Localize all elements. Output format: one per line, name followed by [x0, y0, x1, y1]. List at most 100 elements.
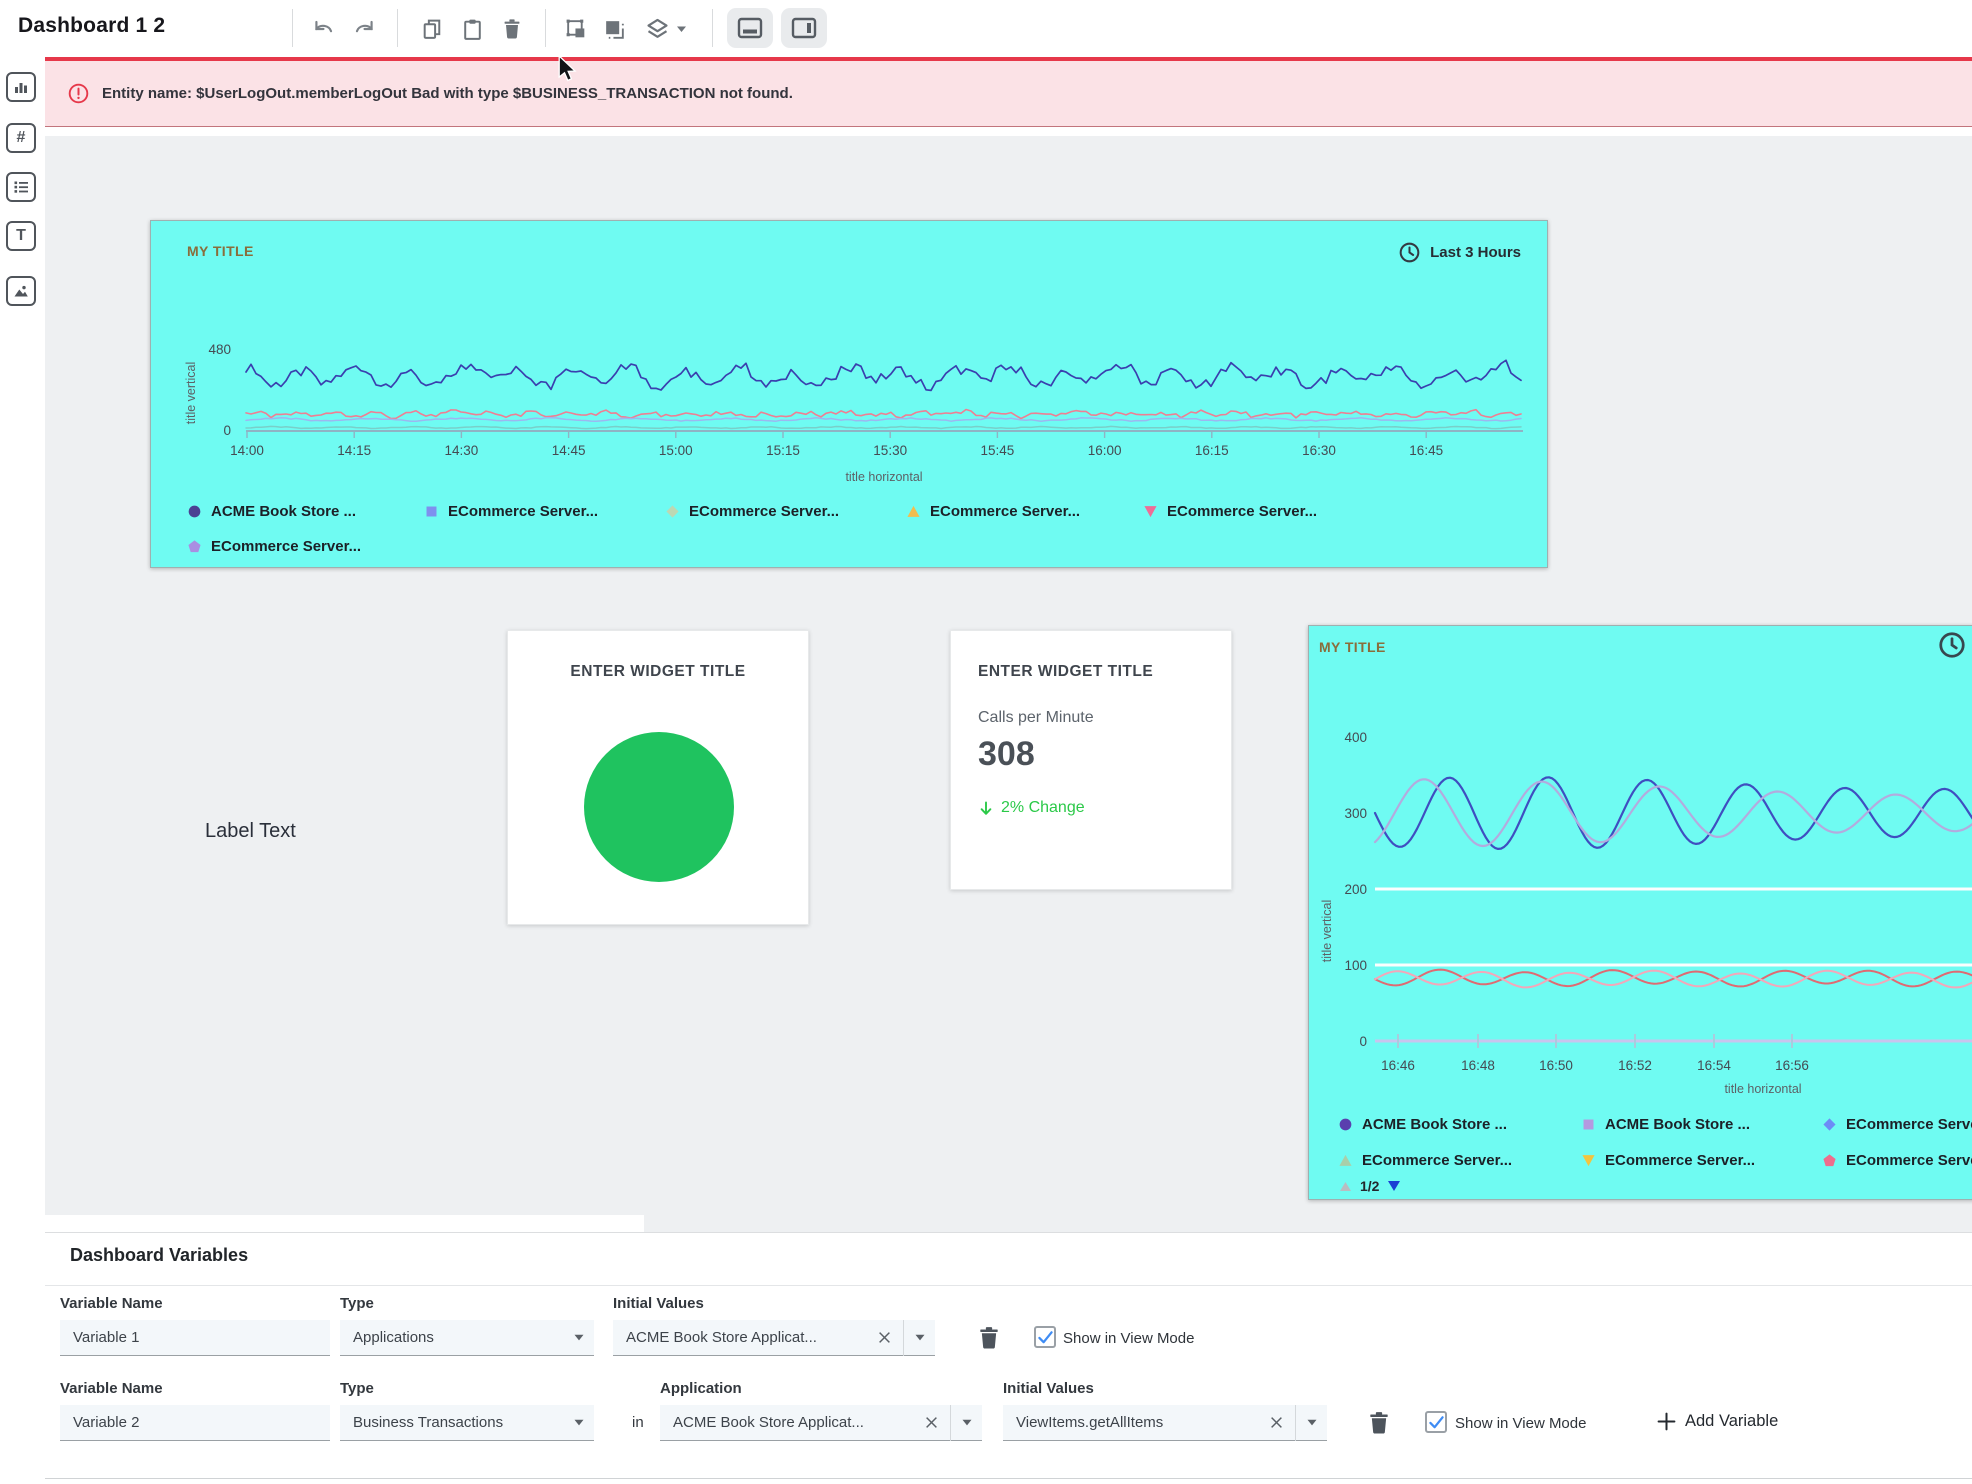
- svg-text:400: 400: [1344, 730, 1367, 745]
- metric-change-text: 2% Change: [1001, 799, 1085, 817]
- text-widget-tool[interactable]: T: [6, 221, 36, 251]
- add-variable-button[interactable]: Add Variable: [1657, 1412, 1778, 1431]
- svg-text:300: 300: [1344, 806, 1367, 821]
- text-icon: T: [16, 228, 26, 244]
- svg-text:15:45: 15:45: [981, 443, 1015, 458]
- metric-widget-tool[interactable]: #: [6, 123, 36, 153]
- svg-text:16:45: 16:45: [1409, 443, 1443, 458]
- clear-value-icon[interactable]: [921, 1416, 942, 1429]
- copy-icon: [420, 17, 445, 42]
- dropdown-select[interactable]: Business Transactions: [340, 1405, 594, 1441]
- image-widget-tool[interactable]: [6, 276, 36, 306]
- field-value: Variable 1: [73, 1329, 320, 1346]
- health-widget[interactable]: ENTER WIDGET TITLE: [507, 630, 809, 925]
- legend-item[interactable]: ECommerce Server...: [425, 503, 598, 520]
- delete-variable-button[interactable]: [975, 1324, 1003, 1352]
- text-input[interactable]: Variable 1: [60, 1320, 330, 1356]
- legend-item[interactable]: ECommerce Server...: [1144, 503, 1317, 520]
- legend-item[interactable]: ACME Book Store ...: [188, 503, 356, 520]
- list-icon: [13, 179, 29, 195]
- legend-item[interactable]: ECommerce Server...: [188, 538, 361, 555]
- toggle-right-panel-button[interactable]: [781, 8, 827, 48]
- legend-item[interactable]: ECommerce Server...: [907, 503, 1080, 520]
- legend-item[interactable]: ECommerce Server...: [1582, 1152, 1755, 1169]
- delete-button[interactable]: [496, 13, 528, 45]
- toggle-bottom-panel-button[interactable]: [727, 8, 773, 48]
- bring-to-front-icon: [564, 17, 589, 42]
- timeseries-widget-main[interactable]: MY TITLE Last 3 Hours 4800title vertical…: [150, 220, 1548, 568]
- combo-select[interactable]: ViewItems.getAllItems: [1003, 1405, 1327, 1441]
- field-value: Business Transactions: [353, 1414, 563, 1431]
- clear-value-icon[interactable]: [1266, 1416, 1287, 1429]
- show-in-view-mode-checkbox[interactable]: [1425, 1411, 1447, 1433]
- plus-icon: [1657, 1412, 1676, 1431]
- legend-item[interactable]: ECommerce Server...: [1823, 1152, 1972, 1169]
- redo-button[interactable]: [348, 13, 380, 45]
- page-down-icon[interactable]: [1387, 1180, 1401, 1192]
- variable-field: TypeApplications: [340, 1295, 374, 1312]
- legend-item[interactable]: ECommerce Server...: [1339, 1152, 1512, 1169]
- dashboard-variables-panel: Dashboard Variables Variable NameVariabl…: [45, 1232, 1972, 1484]
- circle-marker-icon: [1339, 1118, 1352, 1131]
- combo-select[interactable]: ACME Book Store Applicat...: [613, 1320, 935, 1356]
- caret-down-icon[interactable]: [951, 1419, 972, 1426]
- field-label: Type: [340, 1380, 374, 1397]
- metric-widget[interactable]: ENTER WIDGET TITLE Calls per Minute 308 …: [950, 630, 1232, 890]
- divider: [45, 1285, 1972, 1286]
- caret-down-icon[interactable]: [1296, 1419, 1317, 1426]
- widget-title: MY TITLE: [187, 243, 254, 259]
- field-label: Variable Name: [60, 1295, 163, 1312]
- copy-button[interactable]: [416, 13, 448, 45]
- widget-title: ENTER WIDGET TITLE: [978, 663, 1153, 681]
- caret-down-icon[interactable]: [563, 1334, 584, 1341]
- paste-icon: [460, 17, 485, 42]
- legend-label: ECommerce Server...: [930, 503, 1080, 520]
- svg-text:100: 100: [1344, 958, 1367, 973]
- caret-down-icon[interactable]: [904, 1334, 925, 1341]
- timeseries-widget-right[interactable]: MY TITLE 4003002001000title vertical16:4…: [1308, 625, 1972, 1200]
- undo-button[interactable]: [308, 13, 340, 45]
- svg-text:480: 480: [208, 342, 231, 357]
- triangle-down-marker-icon: [1144, 505, 1157, 518]
- text-label-widget[interactable]: Label Text: [205, 820, 296, 843]
- caret-down-icon[interactable]: [563, 1419, 584, 1426]
- chart-widget-tool[interactable]: [6, 72, 36, 102]
- variable-row: Variable NameVariable 2 Type Business Tran…: [45, 1380, 1972, 1460]
- layers-menu-caret[interactable]: [672, 13, 690, 45]
- undo-icon: [311, 16, 337, 42]
- dropdown-select[interactable]: Applications: [340, 1320, 594, 1356]
- field-label: Initial Values: [613, 1295, 704, 1312]
- clear-value-icon[interactable]: [874, 1331, 895, 1344]
- metric-value: 308: [978, 735, 1035, 774]
- svg-text:14:45: 14:45: [552, 443, 586, 458]
- dashboard-title: Dashboard 1 2: [18, 14, 165, 38]
- dashboard-canvas: MY TITLE Last 3 Hours 4800title vertical…: [45, 136, 1972, 1232]
- send-to-back-button[interactable]: [598, 13, 630, 45]
- page-indicator: 1/2: [1360, 1178, 1379, 1194]
- panel-top-notch: [44, 1215, 644, 1233]
- text-input[interactable]: Variable 2: [60, 1405, 330, 1441]
- paste-button[interactable]: [456, 13, 488, 45]
- variable-field: Variable NameVariable 2: [60, 1380, 163, 1397]
- toggle-bottom-panel-icon: [736, 16, 764, 40]
- delete-variable-button[interactable]: [1365, 1409, 1393, 1437]
- bring-to-front-button[interactable]: [560, 13, 592, 45]
- legend-item[interactable]: ECommerce Server...: [1823, 1116, 1972, 1133]
- list-widget-tool[interactable]: [6, 172, 36, 202]
- legend-item[interactable]: ACME Book Store ...: [1339, 1116, 1507, 1133]
- error-banner: Entity name: $UserLogOut.memberLogOut Ba…: [45, 57, 1972, 127]
- field-value: ACME Book Store Applicat...: [673, 1414, 921, 1431]
- pentagon-marker-icon: [188, 540, 201, 553]
- clock-icon[interactable]: [1937, 630, 1967, 660]
- combo-select[interactable]: ACME Book Store Applicat...: [660, 1405, 982, 1441]
- legend-item[interactable]: ACME Book Store ...: [1582, 1116, 1750, 1133]
- trash-icon: [500, 17, 524, 41]
- time-range[interactable]: Last 3 Hours: [1398, 241, 1521, 264]
- legend-item[interactable]: ECommerce Server...: [666, 503, 839, 520]
- svg-text:16:54: 16:54: [1697, 1058, 1731, 1073]
- show-in-view-mode-checkbox[interactable]: [1034, 1326, 1056, 1348]
- svg-text:15:00: 15:00: [659, 443, 693, 458]
- layers-button[interactable]: [641, 13, 673, 45]
- page-up-icon[interactable]: [1339, 1181, 1352, 1192]
- legend-label: ECommerce Server...: [1605, 1152, 1755, 1169]
